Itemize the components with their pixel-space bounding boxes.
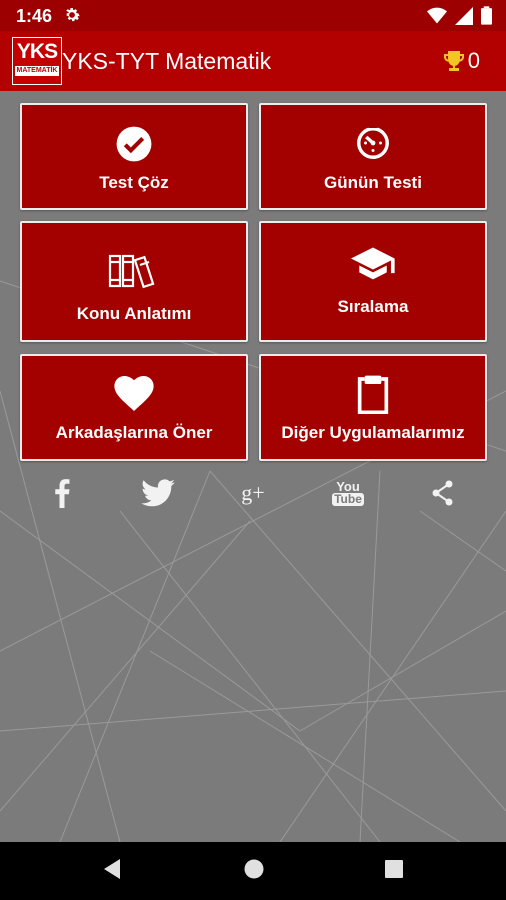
- tile-label: Arkadaşlarına Öner: [55, 423, 213, 442]
- twitter-icon[interactable]: [138, 473, 178, 513]
- system-icons: [427, 6, 492, 25]
- tile-gunun-testi[interactable]: Günün Testi: [259, 103, 487, 210]
- trophy-icon: [443, 51, 464, 71]
- books-icon: [108, 254, 155, 289]
- status-bar: 1:46: [0, 0, 506, 31]
- status-time: 1:46: [16, 6, 53, 26]
- google-plus-text: g+: [241, 480, 265, 505]
- back-icon[interactable]: [102, 858, 122, 880]
- social-links: g+ You Tube: [0, 473, 506, 513]
- tile-label: Diğer Uygulamalarımız: [281, 423, 465, 442]
- app-logo: YKS MATEMATİK: [12, 37, 62, 85]
- tile-label: Test Çöz: [99, 173, 169, 192]
- main-content: Test Çöz Günün Testi Konu Anlatımı Sıral…: [0, 91, 506, 842]
- gear-icon: [62, 5, 82, 30]
- battery-icon: [481, 6, 492, 25]
- clipboard-icon: [357, 375, 389, 414]
- check-circle-icon: [116, 126, 152, 162]
- app-bar: YKS MATEMATİK YKS-TYT Matematik 0: [0, 31, 506, 91]
- timer-icon: [357, 125, 389, 159]
- app-title: YKS-TYT Matematik: [62, 48, 272, 74]
- wifi-icon: [427, 7, 447, 24]
- google-plus-icon[interactable]: g+: [233, 473, 273, 513]
- logo-subtext: MATEMATİK: [15, 66, 59, 76]
- tile-siralama[interactable]: Sıralama: [259, 221, 487, 342]
- trophy-count: 0: [467, 48, 480, 73]
- tile-label: Sıralama: [337, 297, 409, 316]
- tile-test-coz[interactable]: Test Çöz: [20, 103, 248, 210]
- navigation-bar: [0, 842, 506, 900]
- heart-icon: [114, 376, 154, 412]
- tile-label: Günün Testi: [324, 173, 422, 192]
- share-icon[interactable]: [423, 473, 463, 513]
- graduation-cap-icon: [351, 247, 395, 280]
- facebook-icon[interactable]: [42, 473, 82, 513]
- tile-arkadaslarina-oner[interactable]: Arkadaşlarına Öner: [20, 354, 248, 461]
- home-icon[interactable]: [243, 858, 265, 880]
- tile-label: Konu Anlatımı: [76, 304, 192, 323]
- youtube-icon[interactable]: You Tube: [328, 473, 368, 513]
- tile-konu-anlatimi[interactable]: Konu Anlatımı: [20, 221, 248, 342]
- signal-icon: [455, 6, 473, 25]
- tile-diger-uygulamalarimiz[interactable]: Diğer Uygulamalarımız: [259, 354, 487, 461]
- recents-icon[interactable]: [384, 859, 404, 879]
- logo-text: YKS: [16, 40, 58, 63]
- trophy-score[interactable]: 0: [442, 48, 480, 74]
- youtube-text-tube: Tube: [332, 492, 364, 506]
